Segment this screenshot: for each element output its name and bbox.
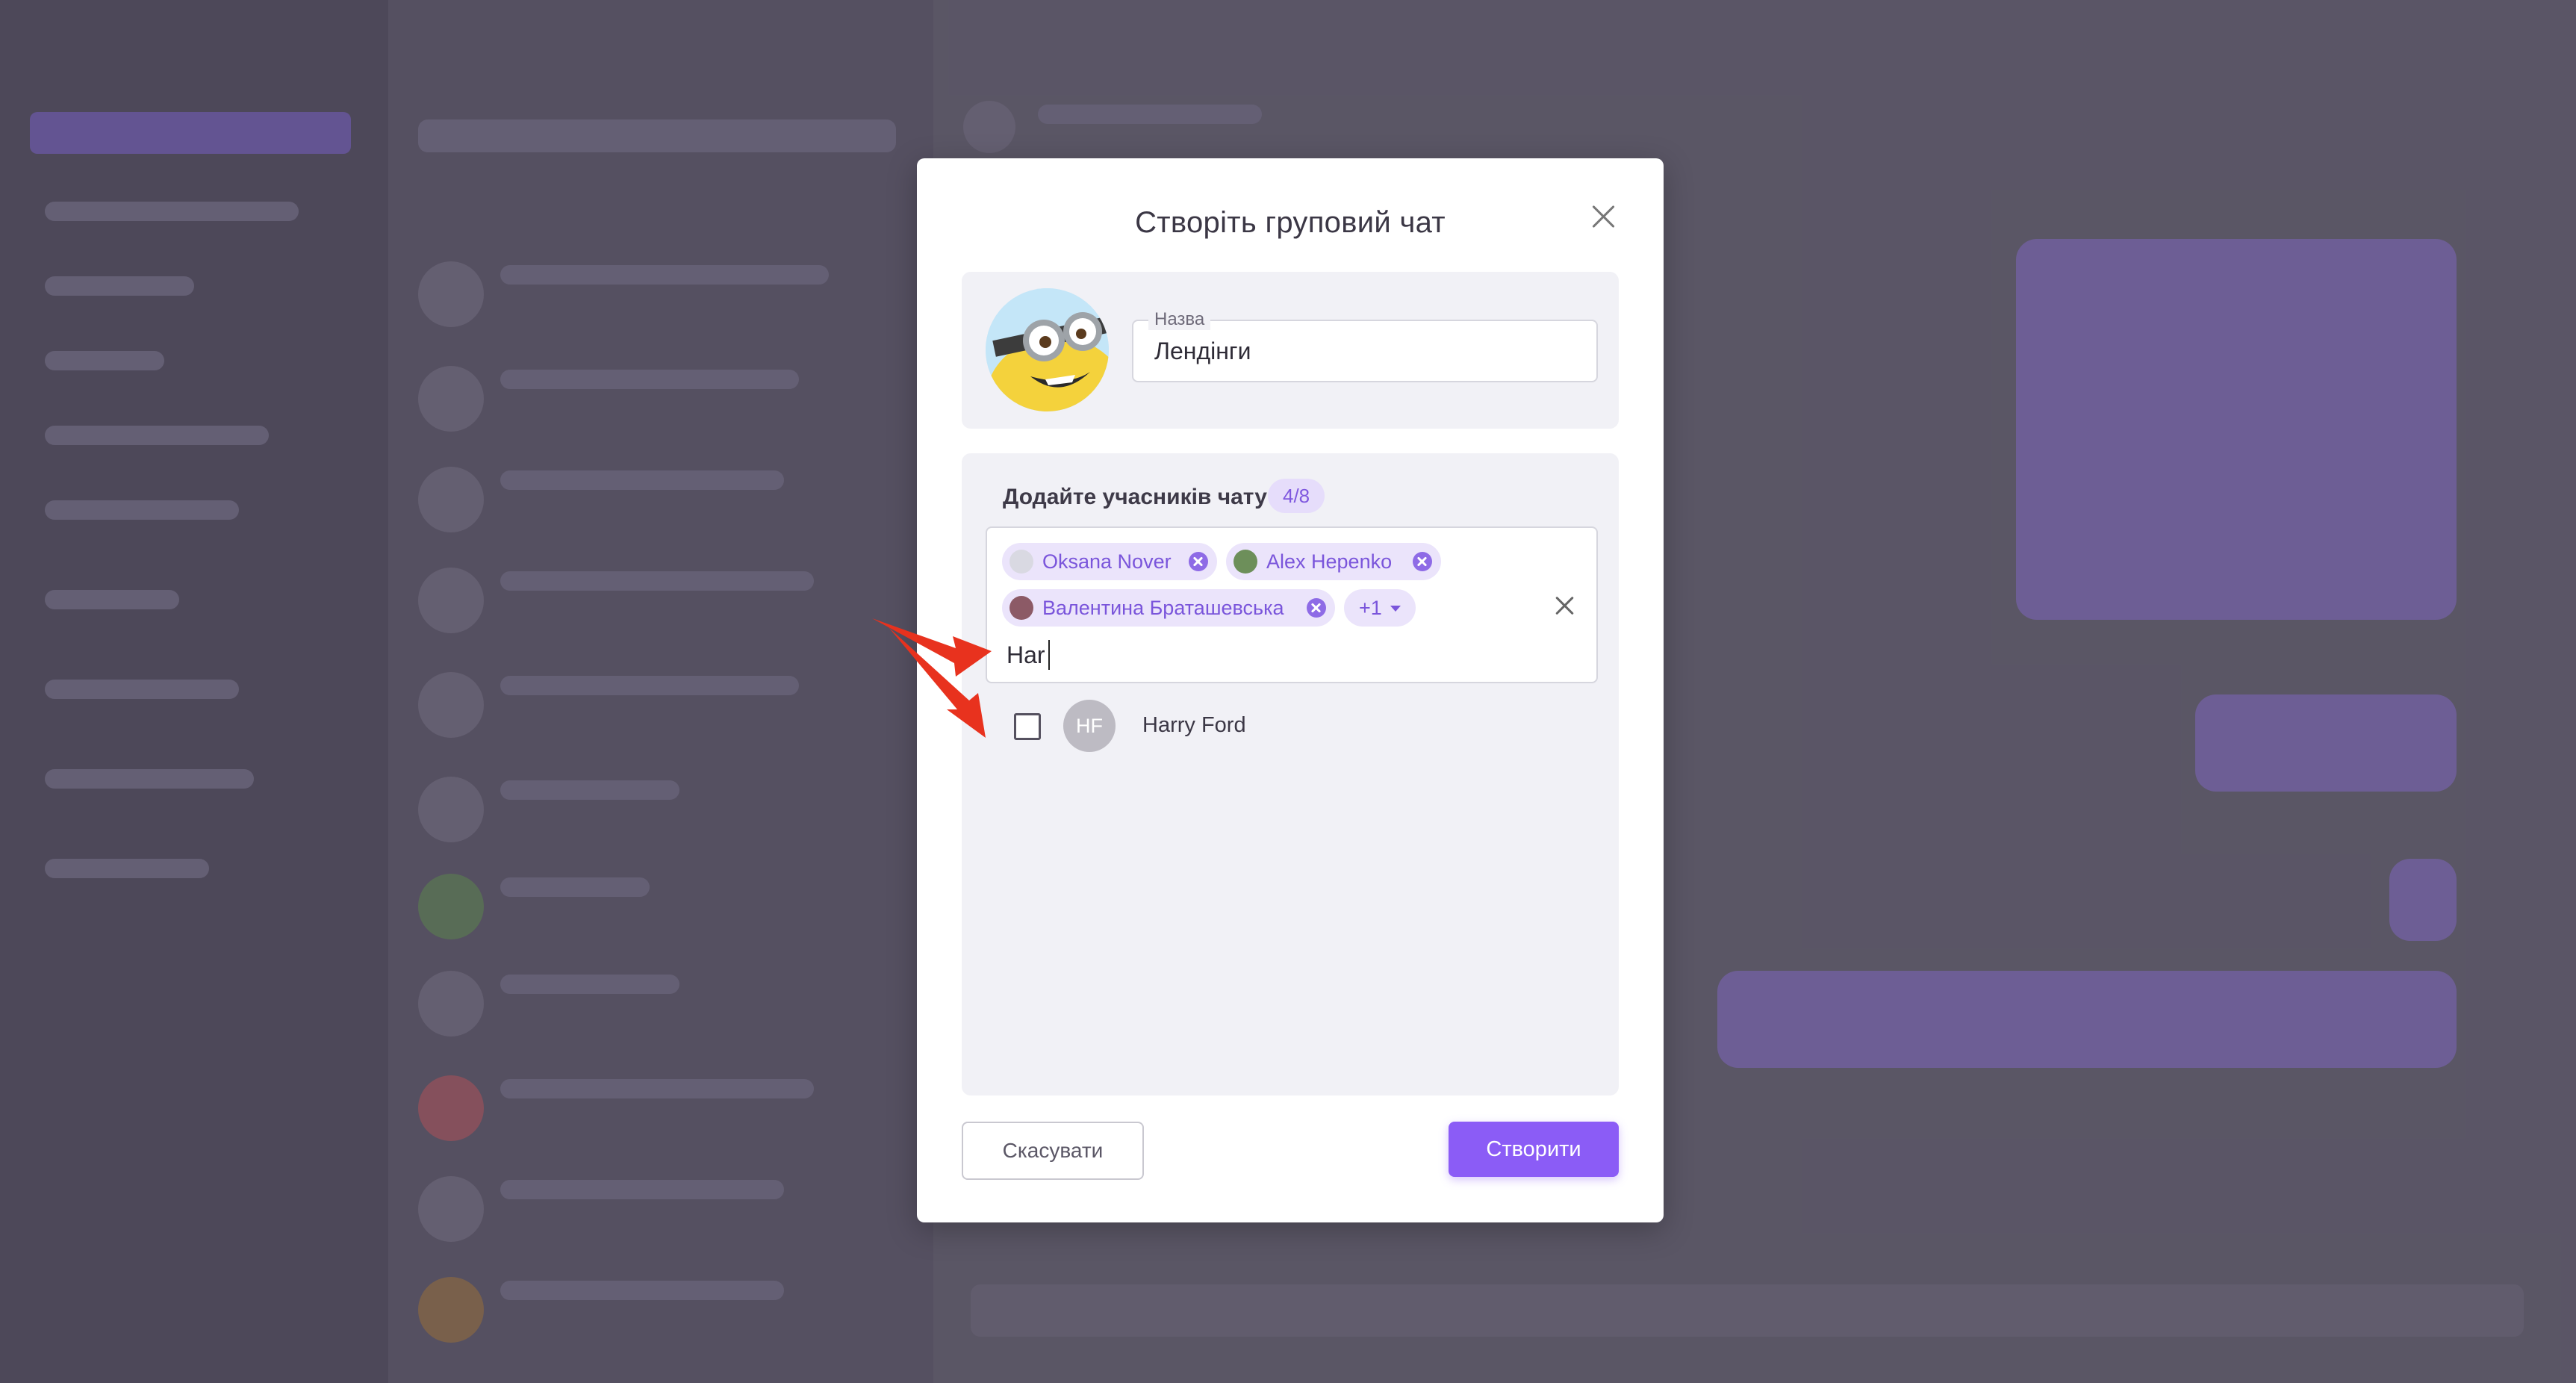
more-members-chip[interactable]: +1 [1344, 589, 1416, 627]
member-search-input[interactable] [1005, 635, 1456, 674]
create-button[interactable]: Створити [1449, 1122, 1619, 1177]
member-avatar [1233, 550, 1257, 574]
member-avatar [1009, 596, 1033, 620]
member-avatar [1009, 550, 1033, 574]
close-icon[interactable] [1587, 200, 1620, 233]
members-label: Додайте учасників чату [1003, 485, 1267, 509]
members-count-badge: 4/8 [1268, 479, 1325, 513]
group-name-label: Назва [1148, 309, 1211, 330]
create-group-chat-modal: Створіть груповий чат Назва Лендінги Дод… [917, 158, 1664, 1222]
group-info-panel: Назва Лендінги [962, 272, 1619, 429]
result-avatar: HF [1063, 700, 1116, 752]
member-chip-label: Alex Hepenko [1266, 550, 1393, 573]
clear-selection-icon[interactable] [1549, 589, 1581, 622]
remove-member-icon[interactable] [1189, 552, 1208, 571]
chevron-down-icon [1390, 606, 1401, 612]
result-checkbox[interactable] [1014, 713, 1041, 740]
member-chip-alex-hepenko: Alex Hepenko [1226, 543, 1441, 580]
text-cursor [1048, 640, 1050, 670]
member-chip-label: Валентина Браташевська [1042, 597, 1284, 619]
cancel-button[interactable]: Скасувати [962, 1122, 1144, 1180]
modal-title: Створіть груповий чат [1135, 206, 1446, 239]
members-panel: Додайте учасників чату 4/8 Oksana Nover … [962, 453, 1619, 1095]
group-name-field[interactable]: Назва Лендінги [1132, 309, 1598, 382]
remove-member-icon[interactable] [1307, 598, 1326, 618]
members-selector[interactable]: Oksana Nover Alex Hepenko Валентина Брат… [986, 526, 1598, 683]
group-avatar[interactable] [986, 288, 1109, 411]
minion-avatar-icon [986, 288, 1109, 411]
member-chip-valentyna: Валентина Браташевська [1002, 589, 1335, 627]
member-chip-oksana-nover: Oksana Nover [1002, 543, 1217, 580]
search-result-row[interactable]: HF Harry Ford [986, 692, 1595, 759]
result-name: Harry Ford [1142, 713, 1246, 737]
member-chip-label: Oksana Nover [1042, 550, 1172, 573]
annotation-arrow-icon [872, 618, 992, 738]
remove-member-icon[interactable] [1413, 552, 1432, 571]
more-members-label: +1 [1359, 597, 1382, 619]
group-name-value: Лендінги [1154, 338, 1251, 364]
